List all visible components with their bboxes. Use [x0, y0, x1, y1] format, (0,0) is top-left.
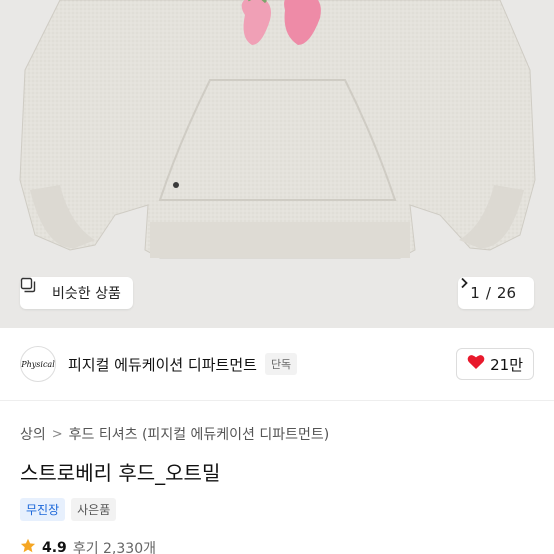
breadcrumb-separator: > — [51, 426, 63, 442]
like-count: 21만 — [490, 355, 523, 374]
current-page: 1 — [470, 284, 480, 302]
brand-row[interactable]: Physical 피지컬 에듀케이션 디파트먼트 단독 21만 — [0, 328, 554, 400]
badge-gift: 사은품 — [71, 498, 117, 521]
similar-items-icon — [20, 277, 46, 301]
product-rating[interactable]: 4.9 후기 2,330개 — [20, 538, 156, 554]
similar-products-label: 비슷한 상품 — [52, 286, 121, 302]
exclusive-badge: 단독 — [264, 353, 298, 375]
breadcrumb-item-subcategory[interactable]: 후드 티셔츠 (피지컬 에듀케이션 디파트먼트) — [69, 424, 330, 444]
star-icon — [20, 538, 36, 554]
breadcrumb: 상의 > 후드 티셔츠 (피지컬 에듀케이션 디파트먼트) — [20, 424, 329, 444]
page-separator: / — [485, 284, 491, 302]
brand-logo[interactable]: Physical — [20, 346, 56, 382]
brand-logo-text: Physical — [21, 359, 55, 369]
product-title: 스트로베리 후드_오트밀 — [20, 461, 221, 485]
breadcrumb-item-category[interactable]: 상의 — [20, 424, 46, 444]
heart-icon — [467, 354, 485, 374]
review-count[interactable]: 후기 2,330개 — [73, 538, 156, 554]
brand-name[interactable]: 피지컬 에듀케이션 디파트먼트 — [68, 354, 257, 375]
product-image-gallery[interactable]: 비슷한 상품 1 / 26 — [0, 0, 554, 328]
total-pages: 26 — [496, 284, 516, 302]
section-divider — [0, 400, 554, 401]
product-badges: 무진장 사은품 — [20, 498, 117, 521]
brand-like-button[interactable]: 21만 — [456, 348, 534, 380]
badge-mujinjang: 무진장 — [20, 498, 66, 521]
similar-products-button[interactable]: 비슷한 상품 — [20, 277, 133, 309]
image-pager[interactable]: 1 / 26 — [458, 277, 534, 309]
rating-score: 4.9 — [42, 540, 67, 554]
